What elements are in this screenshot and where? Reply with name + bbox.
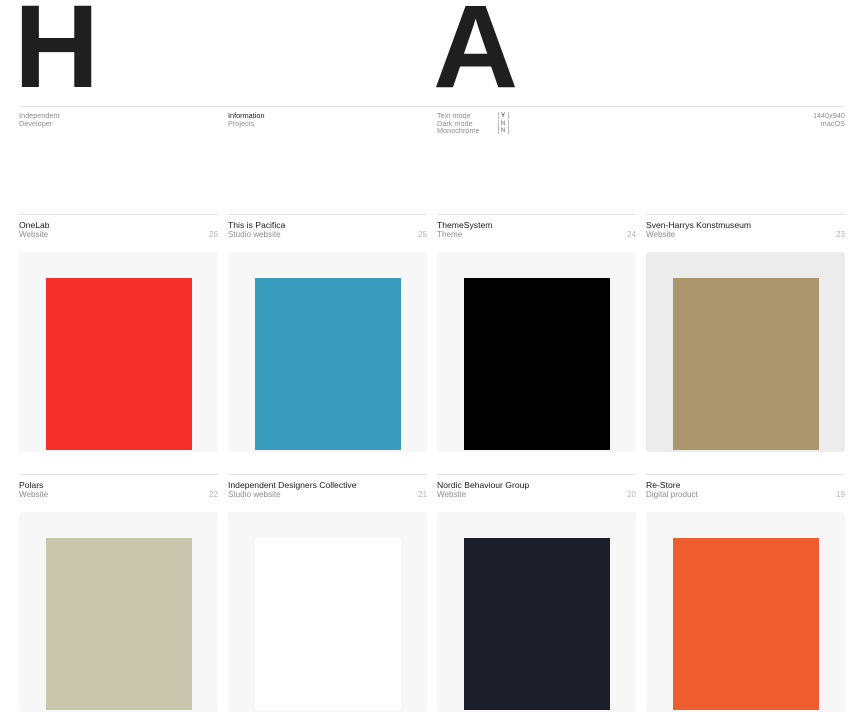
project-title[interactable]: OneLab [19,220,50,230]
project-type: Website [646,230,676,239]
project-number: 23 [835,230,845,239]
project-number: 24 [626,230,636,239]
project-number: 20 [626,490,636,499]
project-thumbnail[interactable] [228,512,427,712]
project-title[interactable]: This is Pacifica [228,220,285,230]
project-thumbnail[interactable] [646,512,845,712]
project-type: Website [19,490,49,499]
project-title[interactable]: ThemeSystem [437,220,492,230]
project-number: 21 [417,490,427,499]
project-preview-swatch [464,278,610,450]
toggle-monochrome-value: N [500,127,506,135]
project-number: 22 [208,490,218,499]
logo-letter-a[interactable]: A [433,0,518,106]
project-thumbnail[interactable] [437,512,636,712]
nav-links: Information Projects [228,112,265,128]
meta-role: Independent Developer [19,112,60,128]
toggle-dark-mode-value: N [500,119,506,127]
display-toggles: Text mode Y Dark mode N Monochrome N [437,112,510,135]
project-type: Digital product [646,490,698,499]
toggle-dark-mode-switch[interactable]: N [496,120,510,128]
project-number: 19 [835,490,845,499]
header-divider [19,106,845,107]
project-thumbnail[interactable] [437,252,636,452]
toggle-monochrome[interactable]: Monochrome N [437,127,510,135]
project-type: Studio website [228,230,281,239]
meta-os: macOS [820,119,845,128]
project-type: Website [19,230,49,239]
project-card-divider [228,214,427,215]
project-thumbnail[interactable] [646,252,845,452]
nav-link-projects[interactable]: Projects [228,120,265,128]
toggle-text-mode-value: Y [500,112,506,119]
project-card-divider [19,474,218,475]
project-thumbnail[interactable] [19,512,218,712]
toggle-monochrome-switch[interactable]: N [496,127,510,135]
project-preview-swatch [255,278,401,450]
project-thumbnail[interactable] [19,252,218,452]
project-card-divider [228,474,427,475]
meta-role-line2: Developer [19,119,53,128]
project-card-divider [19,214,218,215]
project-title[interactable]: Polars [19,480,43,490]
toggle-monochrome-label: Monochrome [437,126,480,136]
project-number: 26 [208,230,218,239]
project-title[interactable]: Sven-Harrys Konstmuseum [646,220,751,230]
project-title[interactable]: Nordic Behaviour Group [437,480,529,490]
project-type: Theme [437,230,463,239]
project-number: 25 [417,230,427,239]
toggle-text-mode-switch[interactable]: Y [496,112,510,120]
project-title[interactable]: Independent Designers Collective [228,480,357,490]
project-card-divider [646,214,845,215]
project-preview-swatch [673,278,819,450]
logo-letter-h[interactable]: H [14,0,99,106]
project-type: Studio website [228,490,281,499]
project-card-divider [646,474,845,475]
project-card-divider [437,214,636,215]
project-card-divider [437,474,636,475]
project-preview-swatch [46,278,192,450]
project-thumbnail[interactable] [228,252,427,452]
project-type: Website [437,490,467,499]
project-title[interactable]: Re-Store [646,480,680,490]
meta-screen: 1440x940 macOS [813,112,845,128]
